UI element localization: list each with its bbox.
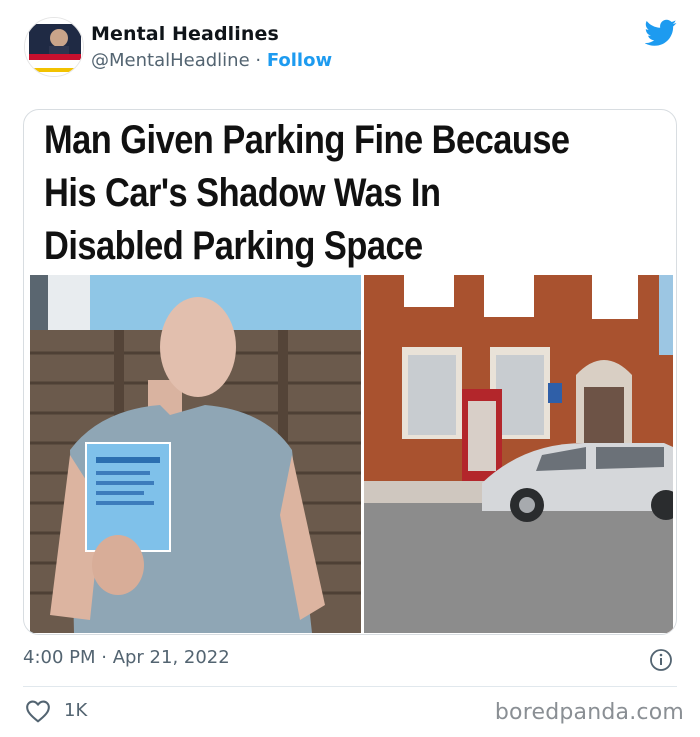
info-icon[interactable] — [649, 648, 673, 672]
handle-row: @MentalHeadline · Follow — [91, 50, 332, 71]
avatar[interactable] — [24, 17, 84, 77]
watermark: boredpanda.com — [494, 700, 684, 725]
twitter-bird-icon[interactable] — [645, 19, 677, 47]
divider — [23, 686, 677, 687]
headline-line: Man Given Parking Fine Because — [44, 118, 570, 162]
headline-text: Man Given Parking Fine Because His Car's… — [44, 114, 577, 273]
tweet-header: Mental Headlines @MentalHeadline · Follo… — [0, 0, 700, 100]
man-holding-ticket-photo — [30, 275, 361, 633]
account-name[interactable]: Mental Headlines — [91, 23, 279, 45]
avatar-image — [25, 18, 83, 76]
separator-dot: · — [249, 50, 267, 71]
media-card[interactable]: Man Given Parking Fine Because His Car's… — [23, 109, 677, 635]
headline-line: Disabled Parking Space — [44, 224, 423, 268]
account-handle[interactable]: @MentalHeadline — [91, 50, 250, 71]
follow-button[interactable]: Follow — [267, 50, 332, 71]
tweet-timestamp[interactable]: 4:00 PM · Apr 21, 2022 — [23, 647, 230, 668]
like-count[interactable]: 1K — [64, 700, 87, 721]
heart-outline-icon[interactable] — [25, 699, 51, 723]
headline-line: His Car's Shadow Was In — [44, 171, 441, 215]
building-and-car-photo — [364, 275, 673, 633]
